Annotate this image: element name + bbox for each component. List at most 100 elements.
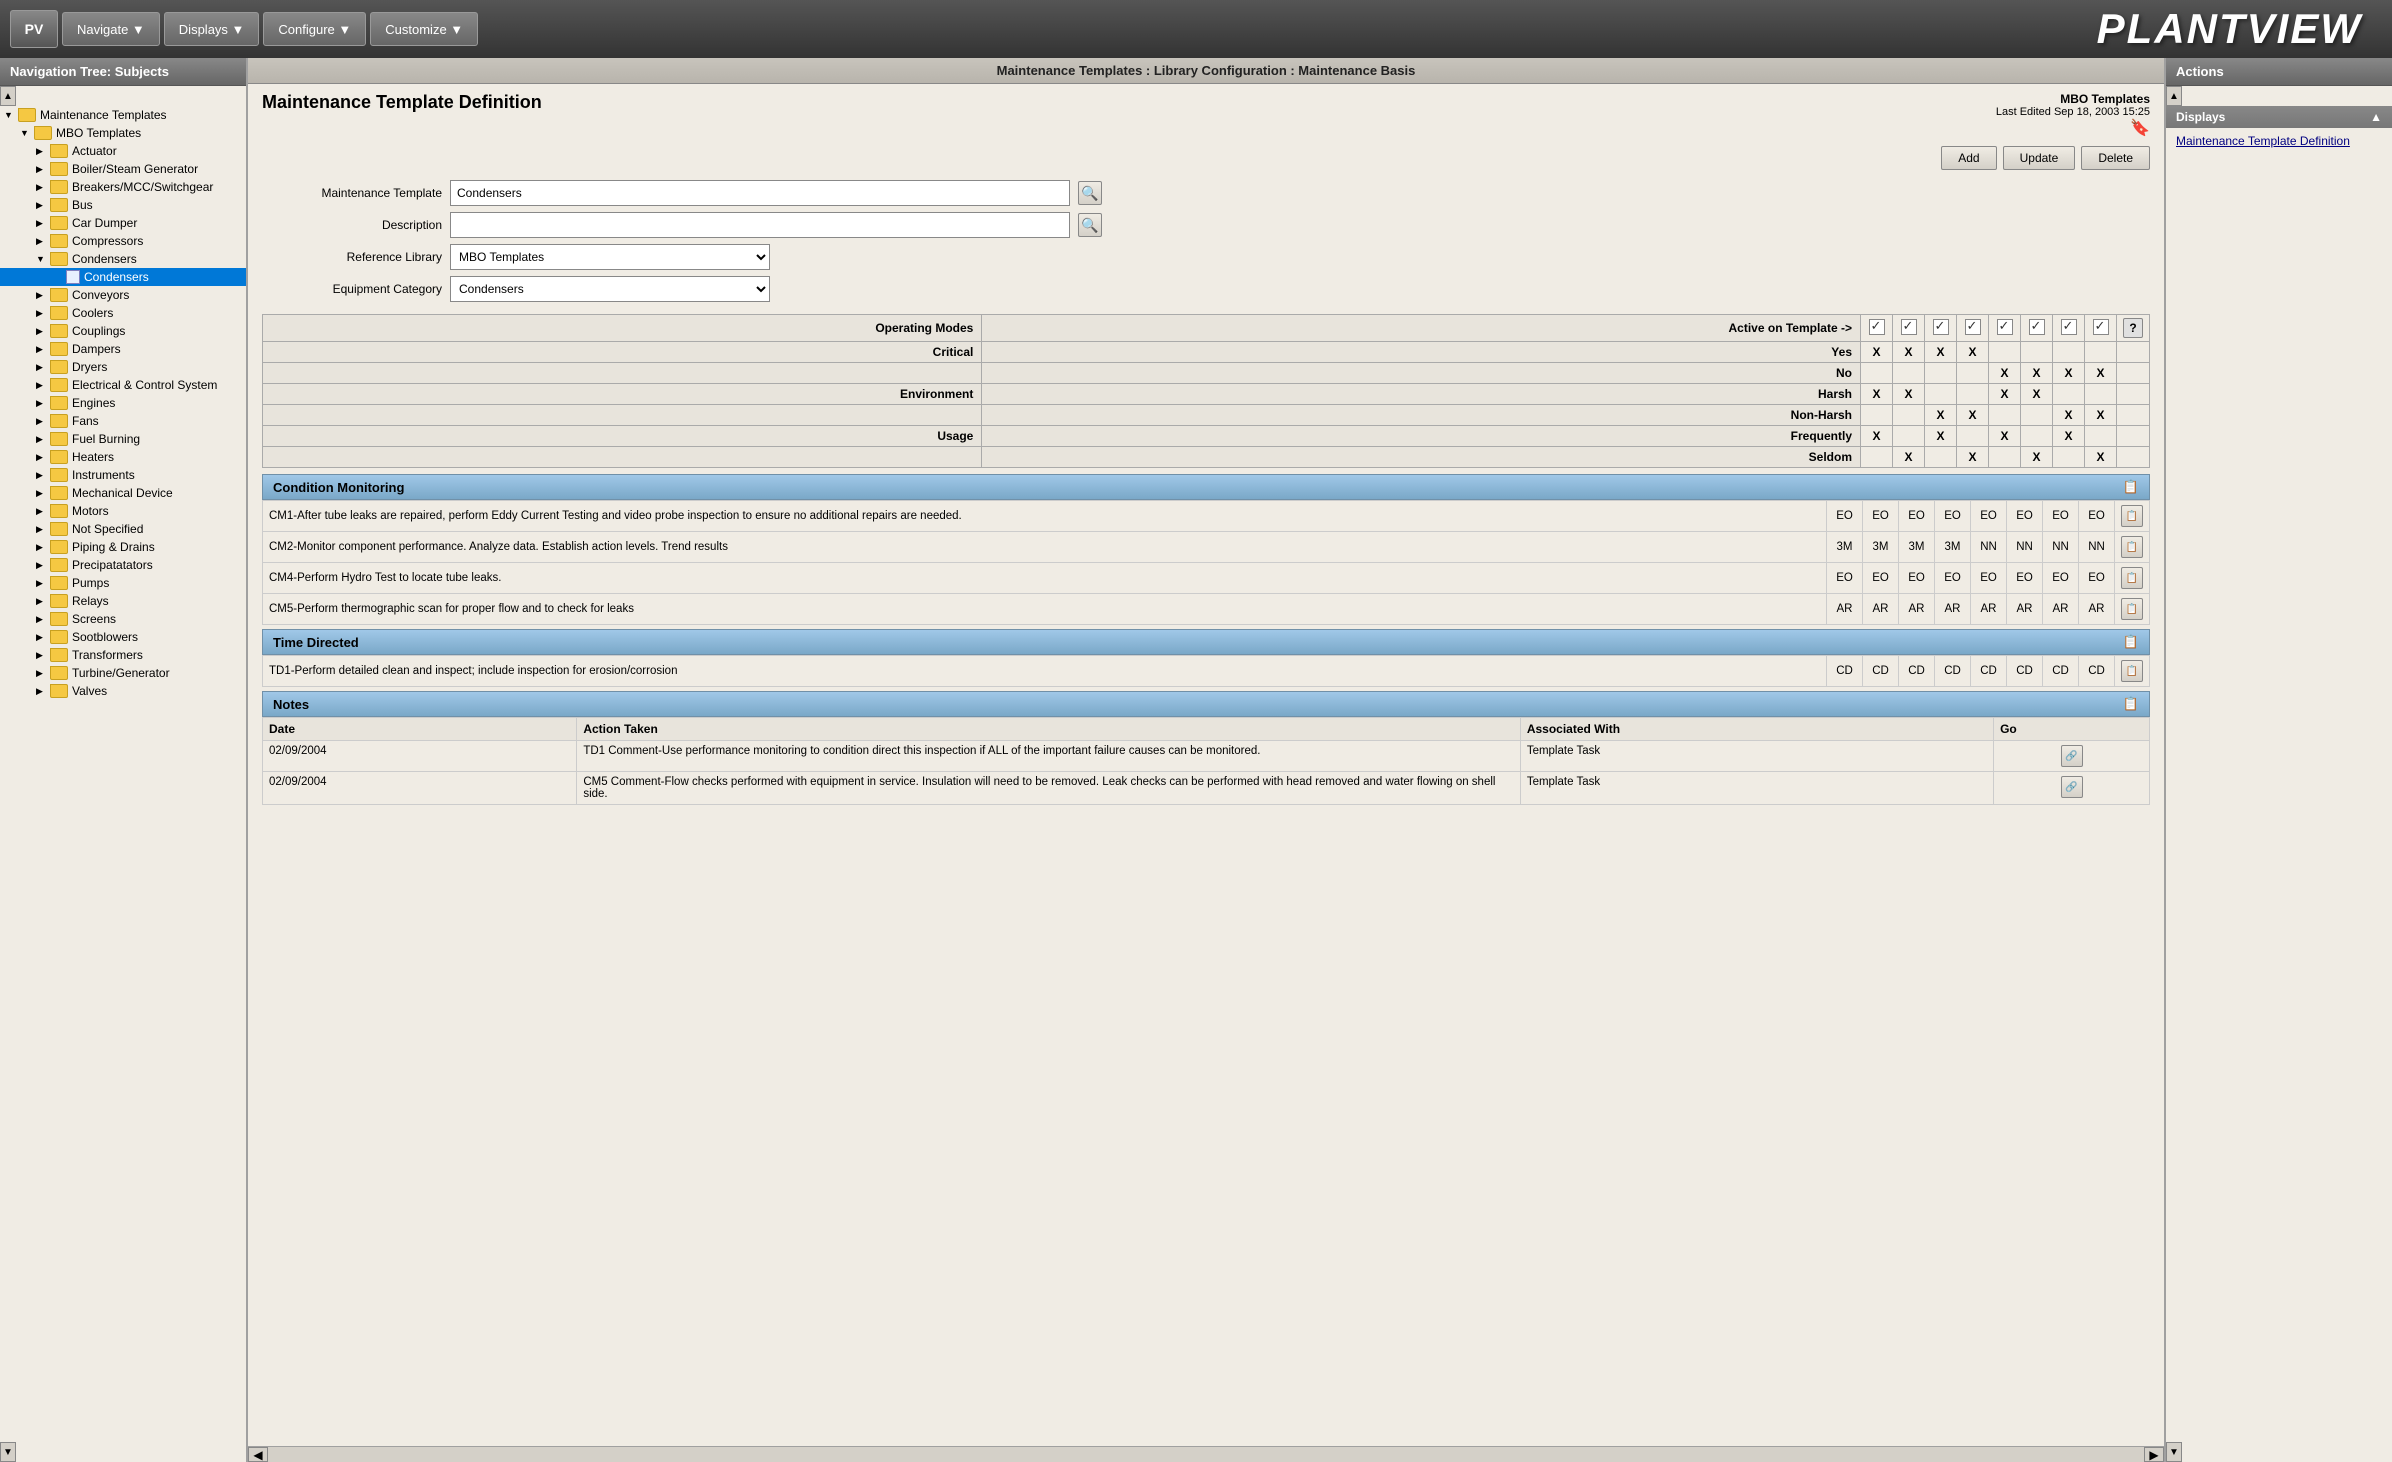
- tree-expand-2[interactable]: ▶: [36, 146, 50, 157]
- sidebar-item-17[interactable]: ▶Fans: [0, 412, 246, 430]
- help-cb[interactable]: ?: [2117, 315, 2150, 342]
- displays-button[interactable]: Displays ▼: [164, 12, 260, 46]
- notes-go-1[interactable]: 🔗: [2061, 776, 2083, 798]
- actions-scroll-down[interactable]: ▼: [2166, 1442, 2182, 1462]
- template-input[interactable]: [450, 180, 1070, 206]
- tree-expand-19[interactable]: ▶: [36, 452, 50, 463]
- description-input[interactable]: [450, 212, 1070, 238]
- sidebar-item-24[interactable]: ▶Piping & Drains: [0, 538, 246, 556]
- sidebar-item-15[interactable]: ▶Electrical & Control System: [0, 376, 246, 394]
- tree-expand-10[interactable]: ▶: [36, 290, 50, 301]
- tree-expand-31[interactable]: ▶: [36, 668, 50, 679]
- sidebar-item-20[interactable]: ▶Instruments: [0, 466, 246, 484]
- tree-expand-26[interactable]: ▶: [36, 578, 50, 589]
- update-button[interactable]: Update: [2003, 146, 2076, 170]
- tree-expand-27[interactable]: ▶: [36, 596, 50, 607]
- cm-add-icon[interactable]: 📋: [2123, 479, 2139, 495]
- sidebar-item-1[interactable]: ▼MBO Templates: [0, 124, 246, 142]
- sidebar-item-31[interactable]: ▶Turbine/Generator: [0, 664, 246, 682]
- tree-expand-16[interactable]: ▶: [36, 398, 50, 409]
- add-button[interactable]: Add: [1941, 146, 1996, 170]
- scroll-right[interactable]: ▶: [2144, 1447, 2164, 1462]
- tree-expand-13[interactable]: ▶: [36, 344, 50, 355]
- sidebar-item-14[interactable]: ▶Dryers: [0, 358, 246, 376]
- cm-edit-0[interactable]: 📋: [2121, 505, 2143, 527]
- tree-expand-8[interactable]: ▼: [36, 254, 50, 264]
- cb-3[interactable]: [1925, 315, 1957, 342]
- cb-4[interactable]: [1957, 315, 1989, 342]
- sidebar-item-9[interactable]: Condensers: [0, 268, 246, 286]
- sidebar-item-10[interactable]: ▶Conveyors: [0, 286, 246, 304]
- tree-expand-25[interactable]: ▶: [36, 560, 50, 571]
- sidebar-item-2[interactable]: ▶Actuator: [0, 142, 246, 160]
- sidebar-item-22[interactable]: ▶Motors: [0, 502, 246, 520]
- tree-expand-0[interactable]: ▼: [4, 110, 18, 120]
- sidebar-item-32[interactable]: ▶Valves: [0, 682, 246, 700]
- actions-item-mt-def[interactable]: Maintenance Template Definition: [2166, 128, 2392, 154]
- sidebar-item-3[interactable]: ▶Boiler/Steam Generator: [0, 160, 246, 178]
- tree-expand-32[interactable]: ▶: [36, 686, 50, 697]
- tree-expand-12[interactable]: ▶: [36, 326, 50, 337]
- cm-edit-3[interactable]: 📋: [2121, 598, 2143, 620]
- td-add-icon[interactable]: 📋: [2123, 634, 2139, 650]
- mbo-icon[interactable]: 🔖: [2130, 120, 2150, 137]
- sidebar-item-19[interactable]: ▶Heaters: [0, 448, 246, 466]
- tree-expand-21[interactable]: ▶: [36, 488, 50, 499]
- tree-expand-1[interactable]: ▼: [20, 128, 34, 138]
- sidebar-scroll-up[interactable]: ▲: [0, 86, 16, 106]
- tree-expand-28[interactable]: ▶: [36, 614, 50, 625]
- tree-expand-17[interactable]: ▶: [36, 416, 50, 427]
- delete-button[interactable]: Delete: [2081, 146, 2150, 170]
- td-edit-0[interactable]: 📋: [2121, 660, 2143, 682]
- tree-expand-24[interactable]: ▶: [36, 542, 50, 553]
- ref-library-select[interactable]: MBO Templates: [450, 244, 770, 270]
- tree-expand-23[interactable]: ▶: [36, 524, 50, 535]
- sidebar-item-16[interactable]: ▶Engines: [0, 394, 246, 412]
- cb-2[interactable]: [1893, 315, 1925, 342]
- sidebar-item-4[interactable]: ▶Breakers/MCC/Switchgear: [0, 178, 246, 196]
- notes-go-0[interactable]: 🔗: [2061, 745, 2083, 767]
- sidebar-item-6[interactable]: ▶Car Dumper: [0, 214, 246, 232]
- cb-7[interactable]: [2053, 315, 2085, 342]
- sidebar-item-12[interactable]: ▶Couplings: [0, 322, 246, 340]
- sidebar-item-7[interactable]: ▶Compressors: [0, 232, 246, 250]
- configure-button[interactable]: Configure ▼: [263, 12, 366, 46]
- tree-expand-6[interactable]: ▶: [36, 218, 50, 229]
- sidebar-item-25[interactable]: ▶Precipatatators: [0, 556, 246, 574]
- sidebar-item-0[interactable]: ▼Maintenance Templates: [0, 106, 246, 124]
- cb-5[interactable]: [1989, 315, 2021, 342]
- sidebar-item-26[interactable]: ▶Pumps: [0, 574, 246, 592]
- cb-8[interactable]: [2085, 315, 2117, 342]
- sidebar-item-23[interactable]: ▶Not Specified: [0, 520, 246, 538]
- tree-expand-11[interactable]: ▶: [36, 308, 50, 319]
- notes-add-icon[interactable]: 📋: [2123, 696, 2139, 712]
- sidebar-item-11[interactable]: ▶Coolers: [0, 304, 246, 322]
- sidebar-item-30[interactable]: ▶Transformers: [0, 646, 246, 664]
- cm-edit-1[interactable]: 📋: [2121, 536, 2143, 558]
- cm-edit-2[interactable]: 📋: [2121, 567, 2143, 589]
- sidebar-item-28[interactable]: ▶Screens: [0, 610, 246, 628]
- sidebar-scroll-down[interactable]: ▼: [0, 1442, 16, 1462]
- actions-scroll-up[interactable]: ▲: [2166, 86, 2182, 106]
- eq-category-select[interactable]: Condensers: [450, 276, 770, 302]
- tree-expand-29[interactable]: ▶: [36, 632, 50, 643]
- cb-1[interactable]: [1861, 315, 1893, 342]
- tree-expand-30[interactable]: ▶: [36, 650, 50, 661]
- sidebar-item-27[interactable]: ▶Relays: [0, 592, 246, 610]
- tree-expand-4[interactable]: ▶: [36, 182, 50, 193]
- scroll-track[interactable]: [268, 1447, 2144, 1462]
- scroll-left[interactable]: ◀: [248, 1447, 268, 1462]
- cb-6[interactable]: [2021, 315, 2053, 342]
- tree-expand-7[interactable]: ▶: [36, 236, 50, 247]
- sidebar-item-18[interactable]: ▶Fuel Burning: [0, 430, 246, 448]
- template-icon-btn[interactable]: 🔍: [1078, 181, 1102, 205]
- sidebar-item-5[interactable]: ▶Bus: [0, 196, 246, 214]
- sidebar-item-8[interactable]: ▼Condensers: [0, 250, 246, 268]
- sidebar-item-21[interactable]: ▶Mechanical Device: [0, 484, 246, 502]
- bottom-scrollbar[interactable]: ◀ ▶: [248, 1446, 2164, 1462]
- tree-expand-15[interactable]: ▶: [36, 380, 50, 391]
- navigate-button[interactable]: Navigate ▼: [62, 12, 160, 46]
- customize-button[interactable]: Customize ▼: [370, 12, 478, 46]
- tree-expand-5[interactable]: ▶: [36, 200, 50, 211]
- logo-button[interactable]: PV: [10, 10, 58, 48]
